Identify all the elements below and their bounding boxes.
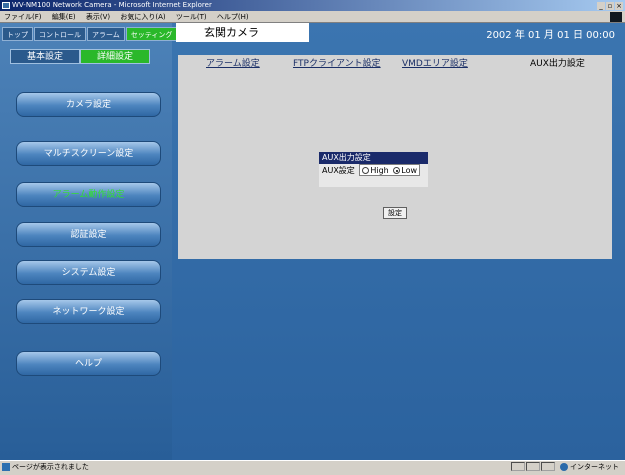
aux-radio-group: High Low [359, 164, 421, 176]
security-zone: インターネット [560, 461, 619, 473]
window-title: WV-NM100 Network Camera - Microsoft Inte… [12, 1, 212, 9]
menu-file[interactable]: ファイル(F) [4, 13, 42, 21]
settings-mode-tabs: 基本設定 詳細設定 [10, 49, 150, 64]
window-titlebar: WV-NM100 Network Camera - Microsoft Inte… [0, 0, 625, 11]
aux-high-radio[interactable] [362, 167, 370, 174]
camera-name: 玄関カメラ [176, 23, 309, 42]
menu-help[interactable]: ヘルプ(H) [217, 13, 249, 21]
top-nav: トップ コントロール アラーム セッティング [2, 27, 178, 41]
nav-auth-settings[interactable]: 認証設定 [16, 222, 161, 247]
app-icon [2, 2, 10, 9]
status-panels [510, 462, 555, 475]
zone-label: インターネット [570, 463, 619, 471]
datetime-display: 2002 年 01 月 01 日 00:00 [486, 30, 615, 41]
topnav-control[interactable]: コントロール [34, 27, 86, 41]
tab-detailed-settings[interactable]: 詳細設定 [80, 49, 150, 64]
menu-favorites[interactable]: お気に入り(A) [120, 13, 165, 21]
tab-basic-settings[interactable]: 基本設定 [10, 49, 80, 64]
minimize-button[interactable]: _ [597, 2, 605, 10]
ie-logo-icon [610, 12, 622, 22]
page-icon [2, 463, 10, 471]
close-button[interactable]: × [615, 2, 623, 10]
maximize-button[interactable]: ▫ [606, 2, 614, 10]
aux-setting-label: AUX設定 [322, 166, 355, 175]
menu-bar: ファイル(F) 編集(E) 表示(V) お気に入り(A) ツール(T) ヘルプ(… [0, 11, 625, 23]
tab-vmd-settings[interactable]: VMDエリア設定 [402, 56, 468, 69]
aux-low-label: Low [401, 166, 418, 175]
menu-view[interactable]: 表示(V) [86, 13, 110, 21]
aux-form-header: AUX出力設定 [319, 152, 428, 164]
topnav-alarm[interactable]: アラーム [87, 27, 125, 41]
nav-system-settings[interactable]: システム設定 [16, 260, 161, 285]
aux-output-form: AUX出力設定 AUX設定 High Low [319, 152, 428, 187]
nav-alarm-settings[interactable]: アラーム動作設定 [16, 182, 161, 207]
nav-multiscreen-settings[interactable]: マルチスクリーン設定 [16, 141, 161, 166]
aux-setting-row: AUX設定 High Low [319, 164, 428, 178]
settings-tabs: アラーム設定 FTPクライアント設定 VMDエリア設定 AUX出力設定 [178, 55, 612, 69]
menu-tools[interactable]: ツール(T) [176, 13, 207, 21]
topnav-setting[interactable]: セッティング [125, 27, 178, 41]
tab-ftp-settings[interactable]: FTPクライアント設定 [293, 56, 381, 69]
nav-help[interactable]: ヘルプ [16, 351, 161, 376]
aux-low-radio[interactable] [393, 167, 401, 174]
tab-alarm-settings[interactable]: アラーム設定 [206, 56, 260, 69]
tab-aux-settings[interactable]: AUX出力設定 [530, 56, 585, 69]
apply-button[interactable]: 設定 [383, 207, 407, 219]
nav-camera-settings[interactable]: カメラ設定 [16, 92, 161, 117]
status-text: ページが表示されました [12, 463, 89, 471]
topnav-top[interactable]: トップ [2, 27, 33, 41]
menu-edit[interactable]: 編集(E) [52, 13, 76, 21]
settings-panel: アラーム設定 FTPクライアント設定 VMDエリア設定 AUX出力設定 AUX出… [178, 55, 612, 259]
aux-high-label: High [370, 166, 389, 175]
nav-network-settings[interactable]: ネットワーク設定 [16, 299, 161, 324]
globe-icon [560, 463, 568, 471]
status-bar: ページが表示されました インターネット [0, 460, 625, 472]
